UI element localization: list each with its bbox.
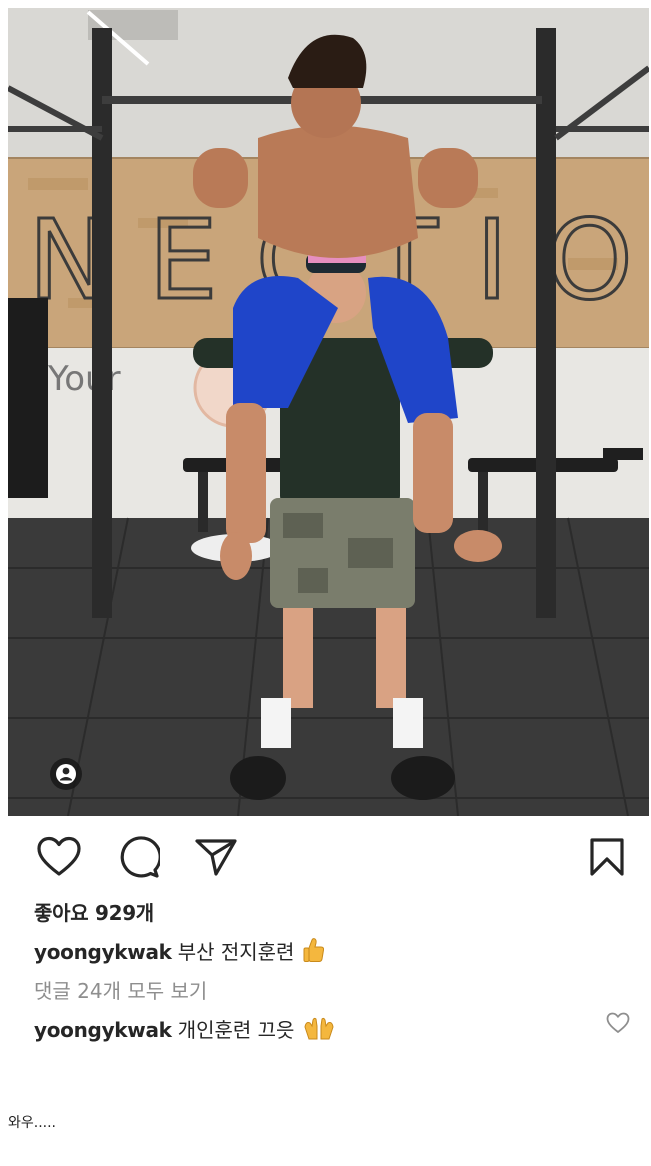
raised-hands-icon (303, 1017, 335, 1046)
heart-icon[interactable] (36, 834, 82, 880)
send-icon[interactable] (193, 834, 239, 880)
comment-like-heart-icon[interactable] (606, 1012, 630, 1036)
comment-text: 개인훈련 끄읏 (177, 1018, 295, 1042)
caption-username[interactable]: yoongykwak (34, 940, 172, 964)
comment-icon[interactable] (115, 834, 161, 880)
comment-username[interactable]: yoongykwak (34, 1018, 172, 1042)
post-caption: yoongykwak 부산 전지훈련 (34, 936, 325, 968)
post-photo[interactable]: NECTIO Your (8, 8, 649, 816)
footer-text: 와우..... (8, 1115, 57, 1131)
bookmark-icon[interactable] (584, 834, 630, 880)
view-all-comments-link[interactable]: 댓글 24개 모두 보기 (34, 975, 207, 1004)
likes-count[interactable]: 좋아요 929개 (34, 897, 154, 926)
post-action-bar (0, 830, 651, 886)
user-tag-icon[interactable] (50, 758, 82, 790)
thumbs-up-icon (303, 937, 325, 968)
caption-text: 부산 전지훈련 (177, 940, 295, 964)
comment-item: yoongykwak 개인훈련 끄읏 (34, 1014, 335, 1046)
